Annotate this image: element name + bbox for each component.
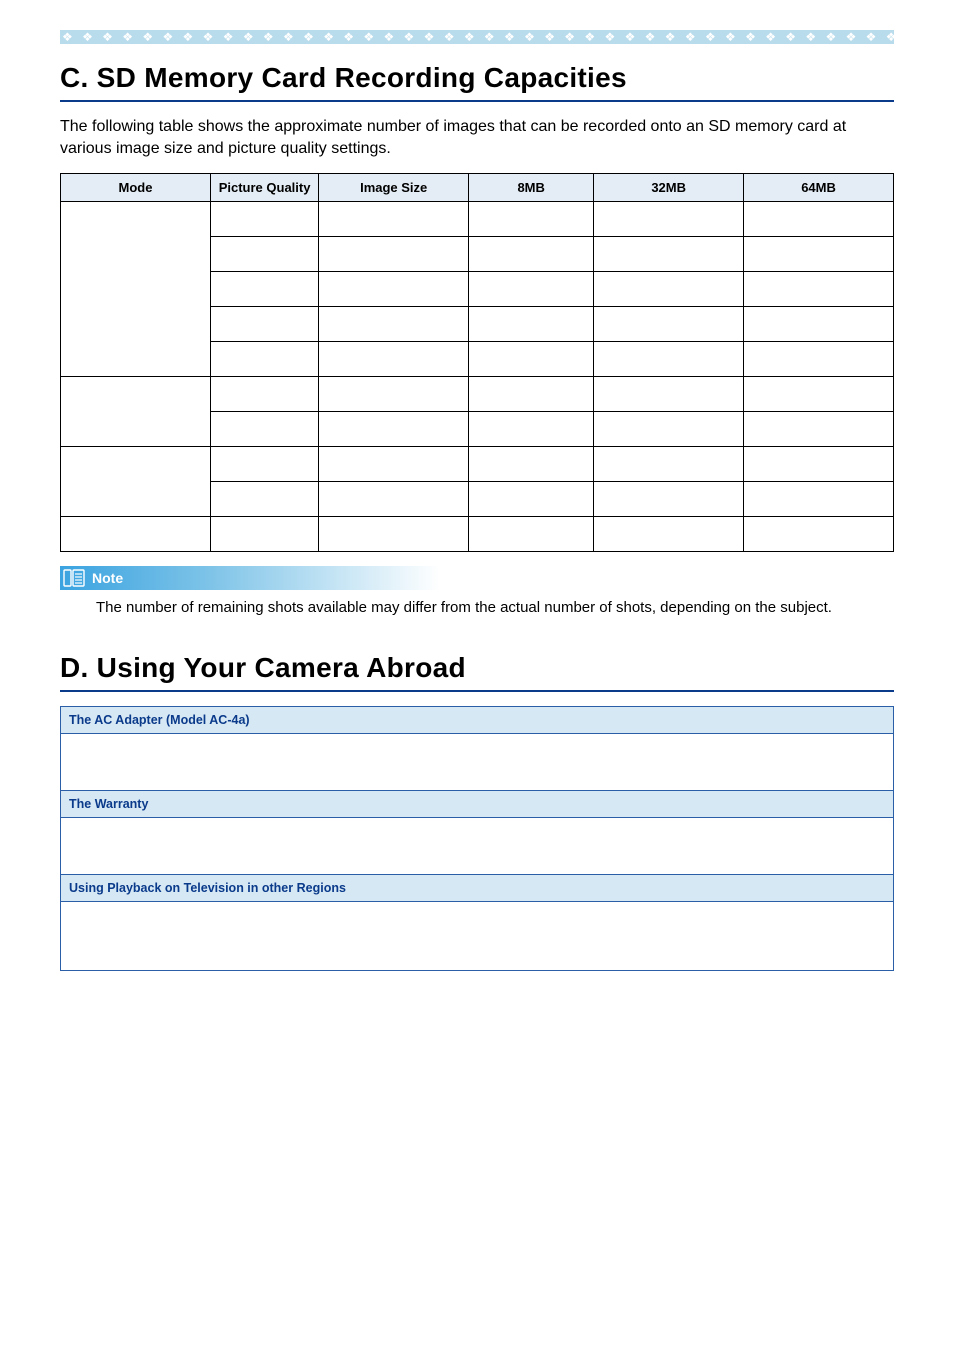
cap-8mb: [469, 517, 594, 552]
pq-cell: [210, 342, 318, 377]
cap-32mb: [594, 237, 744, 272]
document-page: ❖ ❖ ❖ ❖ ❖ ❖ ❖ ❖ ❖ ❖ ❖ ❖ ❖ ❖ ❖ ❖ ❖ ❖ ❖ ❖ …: [0, 0, 954, 1011]
section-d-rule: [60, 690, 894, 692]
cap-32mb: [594, 377, 744, 412]
table-row: [61, 517, 894, 552]
pq-cell: [210, 237, 318, 272]
info-heading-playback-tv: Using Playback on Television in other Re…: [60, 874, 894, 901]
size-cell: [319, 482, 469, 517]
col-mode: Mode: [61, 174, 211, 202]
size-cell: [319, 202, 469, 237]
cap-32mb: [594, 412, 744, 447]
info-heading-ac-adapter: The AC Adapter (Model AC-4a): [60, 706, 894, 733]
note-bar: Note: [60, 566, 440, 590]
pq-cell: [210, 272, 318, 307]
size-cell: [319, 342, 469, 377]
cap-8mb: [469, 202, 594, 237]
pq-cell: [210, 412, 318, 447]
cap-8mb: [469, 412, 594, 447]
cap-64mb: [744, 482, 894, 517]
info-body: [60, 733, 894, 790]
cap-32mb: [594, 272, 744, 307]
cap-64mb: [744, 307, 894, 342]
size-cell: [319, 272, 469, 307]
section-c-rule: [60, 100, 894, 102]
capacity-table: Mode Picture Quality Image Size 8MB 32MB…: [60, 173, 894, 552]
cap-64mb: [744, 342, 894, 377]
size-cell: [319, 517, 469, 552]
cap-64mb: [744, 517, 894, 552]
cap-64mb: [744, 447, 894, 482]
info-body: [60, 817, 894, 874]
cap-8mb: [469, 482, 594, 517]
cap-8mb: [469, 272, 594, 307]
info-body: [60, 901, 894, 971]
section-d-title: D. Using Your Camera Abroad: [60, 652, 894, 684]
cap-64mb: [744, 377, 894, 412]
mode-cell: [61, 517, 211, 552]
note-icon: [62, 568, 86, 588]
pq-cell: [210, 447, 318, 482]
table-row: [61, 202, 894, 237]
section-c-intro: The following table shows the approximat…: [60, 116, 894, 159]
col-32mb: 32MB: [594, 174, 744, 202]
pq-cell: [210, 377, 318, 412]
size-cell: [319, 377, 469, 412]
note-body: The number of remaining shots available …: [96, 598, 894, 618]
pq-cell: [210, 517, 318, 552]
cap-64mb: [744, 237, 894, 272]
cap-32mb: [594, 517, 744, 552]
table-row: [61, 447, 894, 482]
cap-64mb: [744, 272, 894, 307]
decorative-diamond-row: ❖ ❖ ❖ ❖ ❖ ❖ ❖ ❖ ❖ ❖ ❖ ❖ ❖ ❖ ❖ ❖ ❖ ❖ ❖ ❖ …: [60, 30, 894, 44]
pq-cell: [210, 307, 318, 342]
cap-32mb: [594, 342, 744, 377]
col-8mb: 8MB: [469, 174, 594, 202]
cap-8mb: [469, 307, 594, 342]
section-c-title: C. SD Memory Card Recording Capacities: [60, 62, 894, 94]
cap-32mb: [594, 202, 744, 237]
pq-cell: [210, 202, 318, 237]
pq-cell: [210, 482, 318, 517]
info-heading-warranty: The Warranty: [60, 790, 894, 817]
cap-8mb: [469, 377, 594, 412]
cap-64mb: [744, 202, 894, 237]
mode-cell: [61, 377, 211, 447]
cap-8mb: [469, 342, 594, 377]
mode-cell: [61, 447, 211, 517]
size-cell: [319, 237, 469, 272]
size-cell: [319, 307, 469, 342]
cap-32mb: [594, 307, 744, 342]
col-image-size: Image Size: [319, 174, 469, 202]
cap-32mb: [594, 482, 744, 517]
cap-8mb: [469, 237, 594, 272]
col-picture-quality: Picture Quality: [210, 174, 318, 202]
col-64mb: 64MB: [744, 174, 894, 202]
cap-32mb: [594, 447, 744, 482]
mode-cell: [61, 202, 211, 377]
note-label: Note: [92, 570, 123, 586]
size-cell: [319, 447, 469, 482]
cap-64mb: [744, 412, 894, 447]
cap-8mb: [469, 447, 594, 482]
table-row: [61, 377, 894, 412]
size-cell: [319, 412, 469, 447]
capacity-header-row: Mode Picture Quality Image Size 8MB 32MB…: [61, 174, 894, 202]
abroad-info-table: The AC Adapter (Model AC-4a) The Warrant…: [60, 706, 894, 971]
